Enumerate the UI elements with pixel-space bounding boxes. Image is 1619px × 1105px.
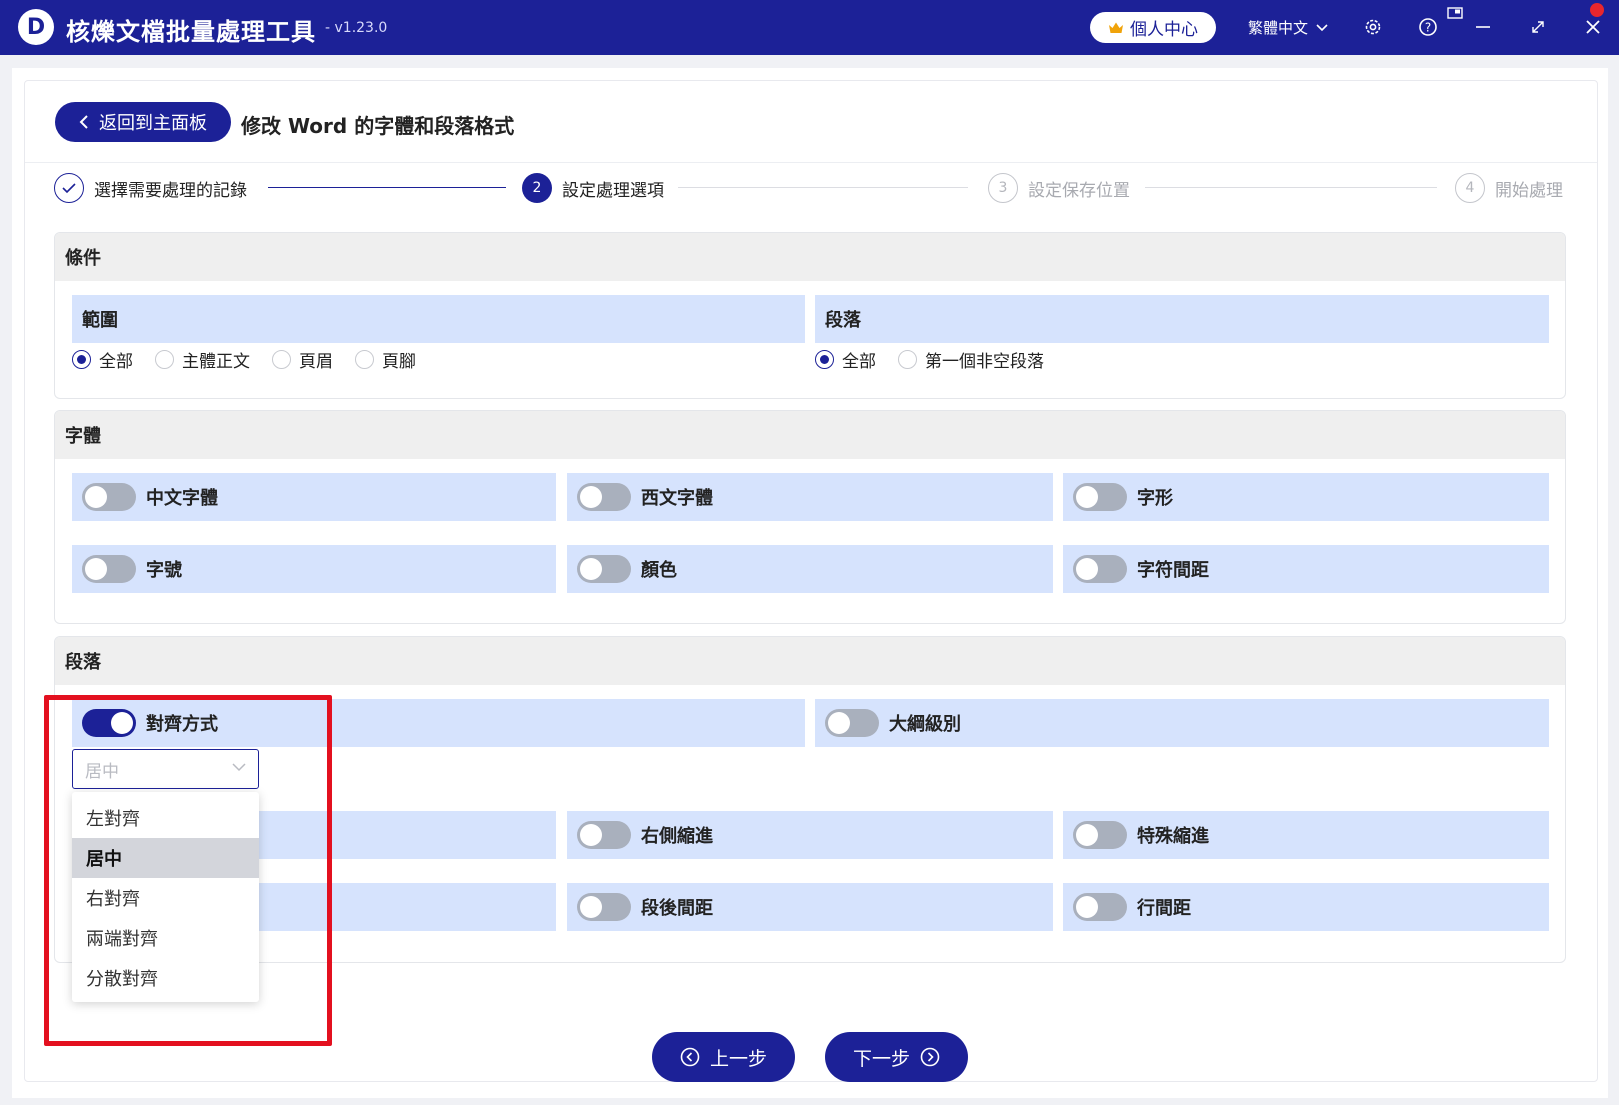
- paragraph-radio-group: 全部 第一個非空段落: [815, 347, 1066, 372]
- toggle-right-indent[interactable]: 右側縮進: [567, 811, 1053, 859]
- scope-option-footer[interactable]: 頁腳: [355, 347, 416, 372]
- toggle-char-spacing[interactable]: 字符間距: [1063, 545, 1549, 593]
- toggle-switch[interactable]: [1073, 821, 1127, 849]
- step-set-options: 2 設定處理選項: [522, 173, 664, 203]
- step-label: 設定處理選項: [562, 180, 664, 201]
- user-center-button[interactable]: 個人中心: [1090, 12, 1216, 43]
- help-icon[interactable]: ?: [1415, 14, 1441, 40]
- step-connector: [678, 187, 968, 188]
- paragraph-scope-label: 段落: [815, 295, 1549, 343]
- paragraph-option-all[interactable]: 全部: [815, 347, 876, 372]
- paragraph-option-first-nonempty[interactable]: 第一個非空段落: [898, 347, 1044, 372]
- scope-option-all[interactable]: 全部: [72, 347, 133, 372]
- back-to-main-button[interactable]: 返回到主面板: [55, 102, 231, 142]
- circle-chevron-left-icon: [680, 1047, 700, 1067]
- radio-checked-icon: [815, 350, 834, 369]
- radio-icon: [272, 350, 291, 369]
- toggle-font-size[interactable]: 字號: [72, 545, 556, 593]
- step-number: 2: [522, 173, 552, 203]
- radio-checked-icon: [72, 350, 91, 369]
- section-heading: 條件: [55, 233, 1565, 281]
- title-bar: D 核爍文檔批量處理工具 - v1.23.0 個人中心 繁體中文 ?: [0, 0, 1619, 55]
- step-label: 設定保存位置: [1028, 180, 1130, 201]
- next-step-label: 下一步: [852, 1047, 910, 1070]
- scope-option-body[interactable]: 主體正文: [155, 347, 250, 372]
- toggle-font-style[interactable]: 字形: [1063, 473, 1549, 521]
- toggle-switch[interactable]: [82, 555, 136, 583]
- step-connector: [268, 187, 506, 188]
- crown-icon: [1109, 22, 1123, 33]
- radio-icon: [355, 350, 374, 369]
- user-center-label: 個人中心: [1130, 20, 1198, 40]
- prev-step-label: 上一步: [709, 1047, 767, 1070]
- toggle-switch[interactable]: [577, 555, 631, 583]
- app-version: - v1.23.0: [325, 20, 388, 36]
- radio-icon: [155, 350, 174, 369]
- step-start-processing: 4 開始處理: [1455, 173, 1563, 203]
- toggle-switch[interactable]: [577, 821, 631, 849]
- chevron-down-icon: [1316, 23, 1328, 31]
- toggle-switch[interactable]: [1073, 893, 1127, 921]
- next-step-button[interactable]: 下一步: [825, 1032, 968, 1082]
- toggle-switch[interactable]: [1073, 555, 1127, 583]
- toggle-switch[interactable]: [82, 483, 136, 511]
- step-number: 4: [1455, 173, 1485, 203]
- toggle-special-indent[interactable]: 特殊縮進: [1063, 811, 1549, 859]
- page-title: 修改 Word 的字體和段落格式: [241, 114, 515, 138]
- toggle-switch[interactable]: [577, 893, 631, 921]
- gear-icon[interactable]: [1360, 14, 1386, 40]
- scope-label: 範圍: [72, 295, 805, 343]
- toggle-chinese-font[interactable]: 中文字體: [72, 473, 556, 521]
- language-selector[interactable]: 繁體中文: [1248, 17, 1328, 38]
- app-logo: D: [18, 9, 54, 45]
- step-label: 開始處理: [1495, 180, 1563, 201]
- step-set-save-location: 3 設定保存位置: [988, 173, 1130, 203]
- scope-radio-group: 全部 主體正文 頁眉 頁腳: [72, 347, 438, 372]
- toggle-line-spacing[interactable]: 行間距: [1063, 883, 1549, 931]
- maximize-icon[interactable]: [1525, 14, 1551, 40]
- toggle-switch[interactable]: [825, 709, 879, 737]
- toggle-outline-level[interactable]: 大綱級別: [815, 699, 1549, 747]
- chevron-left-icon: [79, 115, 88, 129]
- mini-window-icon[interactable]: [1445, 4, 1465, 22]
- step-label: 選擇需要處理的記錄: [94, 180, 247, 201]
- toggle-western-font[interactable]: 西文字體: [567, 473, 1053, 521]
- toggle-space-after[interactable]: 段後間距: [567, 883, 1053, 931]
- toggle-switch[interactable]: [1073, 483, 1127, 511]
- highlight-annotation: [44, 695, 332, 1046]
- prev-step-button[interactable]: 上一步: [652, 1032, 795, 1082]
- close-icon[interactable]: [1580, 14, 1606, 40]
- radio-icon: [898, 350, 917, 369]
- toggle-font-color[interactable]: 顏色: [567, 545, 1053, 593]
- app-title: 核爍文檔批量處理工具: [66, 18, 316, 46]
- section-heading: 字體: [55, 411, 1565, 459]
- section-heading: 段落: [55, 637, 1565, 685]
- language-label: 繁體中文: [1248, 19, 1309, 37]
- minimize-icon[interactable]: [1470, 14, 1496, 40]
- circle-chevron-right-icon: [920, 1047, 940, 1067]
- header-divider: [25, 162, 1597, 163]
- scope-option-header[interactable]: 頁眉: [272, 347, 333, 372]
- back-label: 返回到主面板: [99, 113, 207, 134]
- step-number: 3: [988, 173, 1018, 203]
- notification-dot-icon: [1590, 3, 1604, 17]
- toggle-switch[interactable]: [577, 483, 631, 511]
- step-connector: [1145, 187, 1437, 188]
- svg-text:?: ?: [1425, 21, 1431, 35]
- check-icon: [54, 173, 84, 203]
- step-select-records: 選擇需要處理的記錄: [54, 173, 247, 203]
